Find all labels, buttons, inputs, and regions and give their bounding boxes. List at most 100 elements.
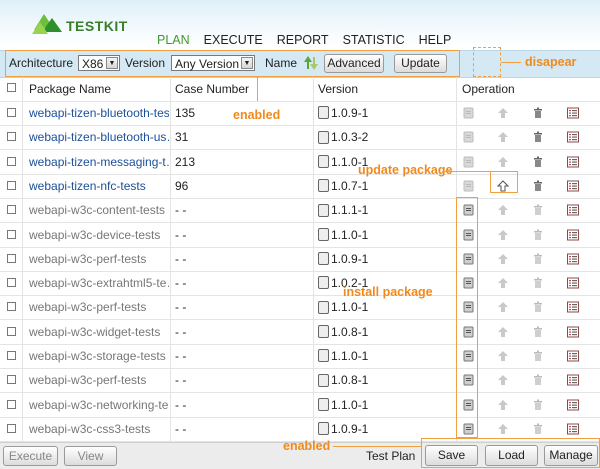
row-checkbox[interactable]: [7, 108, 16, 117]
package-name[interactable]: webapi-w3c-widget-tests: [29, 320, 169, 344]
version-cell: 1.0.3-2: [318, 125, 368, 149]
package-icon: [318, 300, 329, 314]
version-cell: 1.0.8-1: [318, 320, 368, 344]
row-checkbox[interactable]: [7, 399, 16, 409]
package-name[interactable]: webapi-tizen-bluetooth-us…: [29, 125, 169, 149]
case-number: - -: [175, 300, 187, 315]
table-row[interactable]: webapi-w3c-perf-tests - - 1.0.9-1: [0, 246, 600, 272]
logo-icon: [32, 14, 62, 34]
enabled-bottom-annotation: enabled: [283, 439, 331, 453]
details-list-icon[interactable]: [567, 374, 579, 386]
case-number: 96: [175, 178, 189, 193]
details-list-icon[interactable]: [567, 107, 579, 119]
case-number: - -: [175, 349, 187, 363]
trash-icon: [532, 350, 544, 362]
table-row[interactable]: webapi-w3c-networking-te… - - 1.1.0-1: [0, 392, 600, 418]
version-value: 1.0.9-1: [331, 251, 369, 266]
row-checkbox[interactable]: [7, 229, 16, 239]
details-list-icon[interactable]: [567, 350, 579, 362]
row-checkbox[interactable]: [7, 423, 16, 433]
version-cell: 1.1.1-1: [318, 198, 368, 222]
package-name[interactable]: webapi-w3c-device-tests: [29, 223, 169, 247]
package-name[interactable]: webapi-w3c-perf-tests: [29, 295, 169, 319]
trash-icon[interactable]: [532, 131, 544, 143]
version-cell: 1.1.0-1: [318, 344, 368, 368]
package-name[interactable]: webapi-tizen-nfc-tests: [29, 174, 169, 198]
package-name[interactable]: webapi-w3c-extrahtml5-te…: [29, 271, 169, 295]
package-icon: [318, 276, 329, 290]
select-all-checkbox[interactable]: [7, 83, 16, 92]
package-name[interactable]: webapi-w3c-content-tests: [29, 198, 169, 222]
table-row[interactable]: webapi-w3c-widget-tests - - 1.0.8-1: [0, 319, 600, 345]
trash-icon[interactable]: [532, 107, 544, 119]
nav-help[interactable]: HELP: [412, 33, 459, 47]
package-name[interactable]: webapi-w3c-css3-tests: [29, 417, 169, 441]
upgrade-icon: [497, 229, 509, 241]
package-icon: [318, 130, 329, 144]
trash-icon: [532, 399, 544, 411]
execute-button[interactable]: Execute: [3, 446, 58, 466]
version-value: 1.1.0-1: [331, 300, 369, 315]
details-list-icon[interactable]: [567, 204, 579, 216]
details-list-icon[interactable]: [567, 253, 579, 265]
table-row[interactable]: webapi-w3c-content-tests - - 1.1.1-1: [0, 198, 600, 224]
row-checkbox[interactable]: [7, 351, 16, 360]
details-list-icon[interactable]: [567, 180, 579, 192]
nav-report[interactable]: REPORT: [270, 33, 336, 47]
nav-execute[interactable]: EXECUTE: [197, 33, 270, 47]
version-cell: 1.0.7-1: [318, 174, 368, 198]
row-checkbox[interactable]: [7, 302, 16, 312]
table-row[interactable]: webapi-w3c-device-tests - - 1.1.0-1: [0, 222, 600, 248]
trash-icon[interactable]: [532, 180, 544, 192]
package-name[interactable]: webapi-w3c-networking-te…: [29, 393, 169, 417]
nav-statistic[interactable]: STATISTIC: [336, 33, 412, 47]
header-version[interactable]: Version: [318, 77, 358, 101]
table-row[interactable]: webapi-tizen-bluetooth-tests 135 1.0.9-1: [0, 101, 600, 126]
header-case-number[interactable]: Case Number: [175, 77, 249, 101]
table-row[interactable]: webapi-w3c-perf-tests - - 1.0.8-1: [0, 368, 600, 394]
app-header: TESTKIT PLAN EXECUTE REPORT STATISTIC HE…: [0, 0, 600, 48]
row-checkbox[interactable]: [7, 278, 16, 288]
nav-plan[interactable]: PLAN: [150, 33, 197, 47]
table-row[interactable]: webapi-w3c-storage-tests - - 1.1.0-1: [0, 344, 600, 369]
row-checkbox[interactable]: [7, 205, 16, 215]
annotation-line: [333, 446, 421, 447]
package-name[interactable]: webapi-tizen-bluetooth-tests: [29, 101, 169, 125]
row-checkbox[interactable]: [7, 375, 16, 385]
details-list-icon[interactable]: [567, 326, 579, 338]
version-cell: 1.0.9-1: [318, 247, 368, 271]
package-name[interactable]: webapi-w3c-perf-tests: [29, 247, 169, 271]
row-checkbox[interactable]: [7, 253, 16, 263]
upgrade-icon: [497, 374, 509, 386]
version-value: 1.0.8-1: [331, 324, 369, 339]
row-checkbox[interactable]: [7, 180, 16, 190]
upgrade-icon: [497, 326, 509, 338]
row-checkbox[interactable]: [7, 326, 16, 336]
package-name[interactable]: webapi-w3c-storage-tests: [29, 344, 169, 368]
row-checkbox[interactable]: [7, 132, 16, 142]
details-list-icon[interactable]: [567, 423, 579, 435]
details-list-icon[interactable]: [567, 399, 579, 411]
header-package-name[interactable]: Package Name: [29, 77, 111, 101]
package-icon: [318, 373, 329, 387]
table-row[interactable]: webapi-tizen-bluetooth-us… 31 1.0.3-2: [0, 125, 600, 151]
version-value: 1.0.3-2: [331, 130, 369, 145]
version-value: 1.1.1-1: [331, 203, 369, 218]
package-name[interactable]: webapi-tizen-messaging-t…: [29, 150, 169, 174]
case-number: - -: [175, 276, 187, 291]
view-button[interactable]: View: [64, 446, 117, 466]
case-number: 135: [175, 106, 196, 120]
annotation-line: [501, 62, 521, 63]
table-row[interactable]: webapi-w3c-perf-tests - - 1.1.0-1: [0, 295, 600, 321]
details-list-icon[interactable]: [567, 131, 579, 143]
package-name[interactable]: webapi-w3c-perf-tests: [29, 368, 169, 392]
row-checkbox[interactable]: [7, 156, 16, 166]
version-value: 1.1.0-1: [331, 397, 369, 412]
details-list-icon[interactable]: [567, 156, 579, 168]
table-row[interactable]: webapi-w3c-extrahtml5-te… - -1.0.2-1: [0, 271, 600, 297]
top-nav: PLAN EXECUTE REPORT STATISTIC HELP: [150, 33, 458, 47]
details-list-icon[interactable]: [567, 229, 579, 241]
details-list-icon[interactable]: [567, 301, 579, 313]
trash-icon[interactable]: [532, 156, 544, 168]
details-list-icon[interactable]: [567, 277, 579, 289]
